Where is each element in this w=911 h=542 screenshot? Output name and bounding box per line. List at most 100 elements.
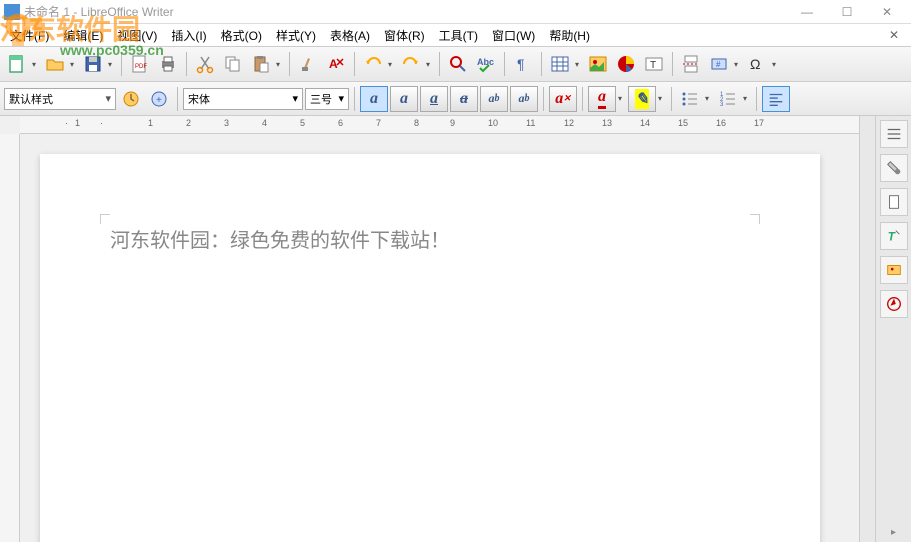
font-color-dropdown-icon[interactable]: ▾ — [618, 94, 626, 103]
content-area: · 1 · 1 2 3 4 5 6 7 8 9 10 11 12 13 14 1… — [0, 116, 911, 542]
svg-text:+: + — [156, 95, 162, 106]
svg-text:¶: ¶ — [517, 56, 525, 72]
font-size-combo[interactable]: 三号 ▾ — [305, 88, 349, 110]
close-button[interactable]: ✕ — [867, 2, 907, 22]
svg-text:Abc: Abc — [477, 57, 494, 67]
window-title: 未命名 1 - LibreOffice Writer — [24, 3, 787, 20]
clear-formatting-button[interactable]: A — [323, 51, 349, 77]
paste-button[interactable] — [248, 51, 274, 77]
menu-tools[interactable]: 工具(T) — [433, 25, 484, 46]
update-style-button[interactable] — [118, 86, 144, 112]
page-button[interactable] — [880, 188, 908, 216]
copy-button[interactable] — [220, 51, 246, 77]
open-button[interactable] — [42, 51, 68, 77]
insert-textbox-button[interactable]: T — [641, 51, 667, 77]
bullet-dropdown-icon[interactable]: ▾ — [705, 94, 713, 103]
vertical-scrollbar[interactable] — [859, 116, 875, 542]
svg-text:PDF: PDF — [135, 64, 147, 70]
properties-button[interactable] — [880, 154, 908, 182]
menu-window[interactable]: 窗口(W) — [486, 25, 541, 46]
svg-text:A: A — [329, 57, 338, 71]
menu-help[interactable]: 帮助(H) — [543, 25, 596, 46]
minimize-button[interactable]: — — [787, 2, 827, 22]
insert-table-button[interactable] — [547, 51, 573, 77]
bullet-list-button[interactable] — [677, 86, 703, 112]
paragraph-style-combo[interactable]: 默认样式 ▾ — [4, 88, 116, 110]
insert-page-break-button[interactable] — [678, 51, 704, 77]
chevron-down-icon: ▾ — [105, 92, 111, 105]
paste-dropdown-icon[interactable]: ▾ — [276, 60, 284, 69]
save-dropdown-icon[interactable]: ▾ — [108, 60, 116, 69]
document-page[interactable]: 河东软件园：绿色免费的软件下载站！ — [40, 154, 820, 542]
number-dropdown-icon[interactable]: ▾ — [743, 94, 751, 103]
svg-text:T: T — [887, 231, 895, 244]
clear-formatting-button-2[interactable]: a✕ — [549, 86, 577, 112]
subscript-button[interactable]: ab — [510, 86, 538, 112]
number-list-button[interactable]: 123 — [715, 86, 741, 112]
undo-dropdown-icon[interactable]: ▾ — [388, 60, 396, 69]
insert-chart-button[interactable] — [613, 51, 639, 77]
maximize-button[interactable]: ☐ — [827, 2, 867, 22]
highlight-button[interactable]: ✎ — [628, 86, 656, 112]
margin-marker-tl — [100, 214, 110, 224]
new-dropdown-icon[interactable]: ▾ — [32, 60, 40, 69]
superscript-button[interactable]: ab — [480, 86, 508, 112]
menu-edit[interactable]: 编辑(E) — [57, 25, 109, 46]
strikethrough-button[interactable]: a — [450, 86, 478, 112]
navigator-button[interactable] — [880, 290, 908, 318]
spellcheck-button[interactable]: Abc — [473, 51, 499, 77]
export-pdf-button[interactable]: PDF — [127, 51, 153, 77]
menu-styles[interactable]: 样式(Y) — [270, 25, 322, 46]
italic-button[interactable]: a — [390, 86, 418, 112]
field-dropdown-icon[interactable]: ▾ — [734, 60, 742, 69]
gallery-button[interactable] — [880, 256, 908, 284]
svg-text:Ω: Ω — [750, 56, 760, 72]
menu-table[interactable]: 表格(A) — [324, 25, 376, 46]
new-style-button[interactable]: + — [146, 86, 172, 112]
cut-button[interactable] — [192, 51, 218, 77]
titlebar: 未命名 1 - LibreOffice Writer — ☐ ✕ — [0, 0, 911, 24]
menu-insert[interactable]: 插入(I) — [165, 25, 212, 46]
font-name-value: 宋体 — [188, 91, 210, 107]
insert-special-char-button[interactable]: Ω — [744, 51, 770, 77]
open-dropdown-icon[interactable]: ▾ — [70, 60, 78, 69]
new-button[interactable] — [4, 51, 30, 77]
formatting-toolbar: 默认样式 ▾ + 宋体 ▾ 三号 ▾ a a a a ab ab a✕ a ▾ … — [0, 82, 911, 116]
font-size-value: 三号 — [310, 91, 332, 107]
chevron-down-icon: ▾ — [338, 92, 344, 105]
sidebar-settings-button[interactable] — [880, 120, 908, 148]
save-button[interactable] — [80, 51, 106, 77]
sidebar: T ▸ — [875, 116, 911, 542]
page-scroll-area[interactable]: 河东软件园：绿色免费的软件下载站！ — [0, 134, 859, 542]
undo-button[interactable] — [360, 51, 386, 77]
find-replace-button[interactable] — [445, 51, 471, 77]
font-name-combo[interactable]: 宋体 ▾ — [183, 88, 303, 110]
insert-field-button[interactable]: # — [706, 51, 732, 77]
menu-view[interactable]: 视图(V) — [111, 25, 163, 46]
close-document-button[interactable]: ✕ — [881, 28, 907, 42]
sidebar-collapse-icon[interactable]: ▸ — [887, 523, 900, 542]
print-button[interactable] — [155, 51, 181, 77]
menubar: 文件(F) 编辑(E) 视图(V) 插入(I) 格式(O) 样式(Y) 表格(A… — [0, 24, 911, 46]
document-text[interactable]: 河东软件园：绿色免费的软件下载站！ — [110, 224, 750, 253]
underline-button[interactable]: a — [420, 86, 448, 112]
font-color-button[interactable]: a — [588, 86, 616, 112]
redo-button[interactable] — [398, 51, 424, 77]
special-char-dropdown-icon[interactable]: ▾ — [772, 60, 780, 69]
redo-dropdown-icon[interactable]: ▾ — [426, 60, 434, 69]
menu-format[interactable]: 格式(O) — [215, 25, 268, 46]
styles-button[interactable]: T — [880, 222, 908, 250]
table-dropdown-icon[interactable]: ▾ — [575, 60, 583, 69]
watermark-logo — [4, 6, 50, 52]
bold-button[interactable]: a — [360, 86, 388, 112]
svg-text:T: T — [650, 60, 656, 71]
highlight-dropdown-icon[interactable]: ▾ — [658, 94, 666, 103]
editor-area: · 1 · 1 2 3 4 5 6 7 8 9 10 11 12 13 14 1… — [0, 116, 859, 542]
insert-image-button[interactable] — [585, 51, 611, 77]
formatting-marks-button[interactable]: ¶ — [510, 51, 536, 77]
menu-form[interactable]: 窗体(R) — [378, 25, 431, 46]
horizontal-ruler[interactable]: · 1 · 1 2 3 4 5 6 7 8 9 10 11 12 13 14 1… — [20, 116, 859, 134]
clone-formatting-button[interactable] — [295, 51, 321, 77]
paragraph-style-value: 默认样式 — [9, 91, 53, 107]
align-left-button[interactable] — [762, 86, 790, 112]
